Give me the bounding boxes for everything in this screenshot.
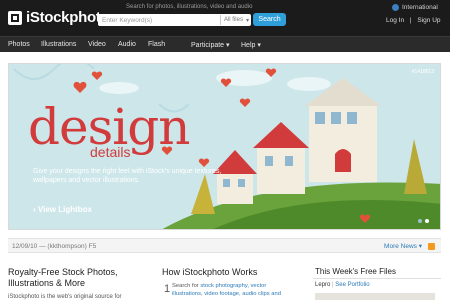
nav-help[interactable]: Help ▾: [241, 41, 261, 49]
view-lightbox-label: View Lightbox: [37, 205, 92, 214]
step-text: Search for stock photography, vector ill…: [172, 283, 292, 298]
free-file-credit: Lepro | See Portfolio: [315, 282, 370, 288]
nav-audio[interactable]: Audio: [118, 41, 136, 48]
nav-participate-label: Participate: [191, 42, 225, 49]
carousel-dot-active[interactable]: [425, 219, 429, 223]
logo-icon: [8, 10, 22, 25]
news-actions: More News ▾: [384, 242, 435, 250]
chevron-down-icon: ▾: [226, 42, 230, 49]
search-box: All files ▾: [98, 14, 251, 26]
see-portfolio-link[interactable]: See Portfolio: [335, 282, 369, 288]
auth-links: Log In | Sign Up: [384, 17, 443, 24]
more-news-label: More News: [384, 243, 417, 250]
banner-subtitle: details: [90, 144, 131, 160]
chevron-down-icon: ▾: [257, 42, 261, 49]
search-hint: Search for photos, illustrations, video …: [126, 4, 253, 10]
logo[interactable]: iStockphoto: [8, 9, 110, 26]
globe-icon: [392, 4, 399, 11]
step-intro: Search for: [172, 283, 199, 289]
search-input[interactable]: [98, 14, 210, 26]
chevron-down-icon: ▾: [245, 17, 249, 24]
nav-participate[interactable]: Participate ▾: [191, 41, 230, 49]
main-nav: Photos Illustrations Video Audio Flash P…: [0, 36, 450, 52]
files-filter-select[interactable]: All files ▾: [219, 15, 249, 25]
royalty-free-heading: Royalty-Free Stock Photos, Illustrations…: [8, 267, 118, 288]
search-button[interactable]: Search: [253, 13, 286, 26]
nav-video[interactable]: Video: [88, 41, 106, 48]
logo-text: iStockphoto: [26, 9, 110, 26]
files-filter-label: All files: [223, 17, 243, 23]
auth-separator: |: [409, 17, 412, 24]
top-header: iStockphoto Search for photos, illustrat…: [0, 0, 450, 36]
step-number: 1: [164, 283, 171, 295]
international-selector[interactable]: International: [392, 4, 438, 11]
rss-icon[interactable]: [428, 242, 435, 250]
carousel-dots: [418, 219, 429, 223]
free-file-author[interactable]: Lepro: [315, 282, 330, 288]
nav-illustrations[interactable]: Illustrations: [41, 41, 76, 48]
royalty-free-text: iStockphoto is the web's original source…: [8, 294, 122, 300]
banner-promo-text: Give your designs the right feel with iS…: [33, 168, 222, 184]
banner-image-id: #1418613: [411, 69, 434, 75]
login-link[interactable]: Log In: [386, 17, 404, 24]
divider: [313, 278, 441, 279]
free-file-thumbnail[interactable]: [315, 293, 435, 300]
chevron-right-icon: ›: [33, 205, 36, 214]
signup-link[interactable]: Sign Up: [417, 17, 440, 24]
nav-help-label: Help: [241, 42, 256, 49]
how-it-works-heading: How iStockphoto Works: [162, 267, 258, 277]
free-files-heading: This Week's Free Files: [315, 267, 396, 276]
international-label: International: [402, 4, 438, 11]
carousel-dot[interactable]: [418, 219, 422, 223]
view-lightbox-link[interactable]: › View Lightbox: [33, 205, 92, 214]
nav-photos[interactable]: Photos: [8, 41, 30, 48]
nav-flash[interactable]: Flash: [148, 41, 165, 48]
more-news-link[interactable]: More News ▾: [384, 242, 422, 250]
news-meta-row: 12/09/10 — (kkthompson) F5 More News ▾: [8, 238, 441, 253]
chevron-down-icon: ▾: [418, 243, 422, 250]
news-date-credit: 12/09/10 — (kkthompson) F5: [12, 243, 97, 250]
